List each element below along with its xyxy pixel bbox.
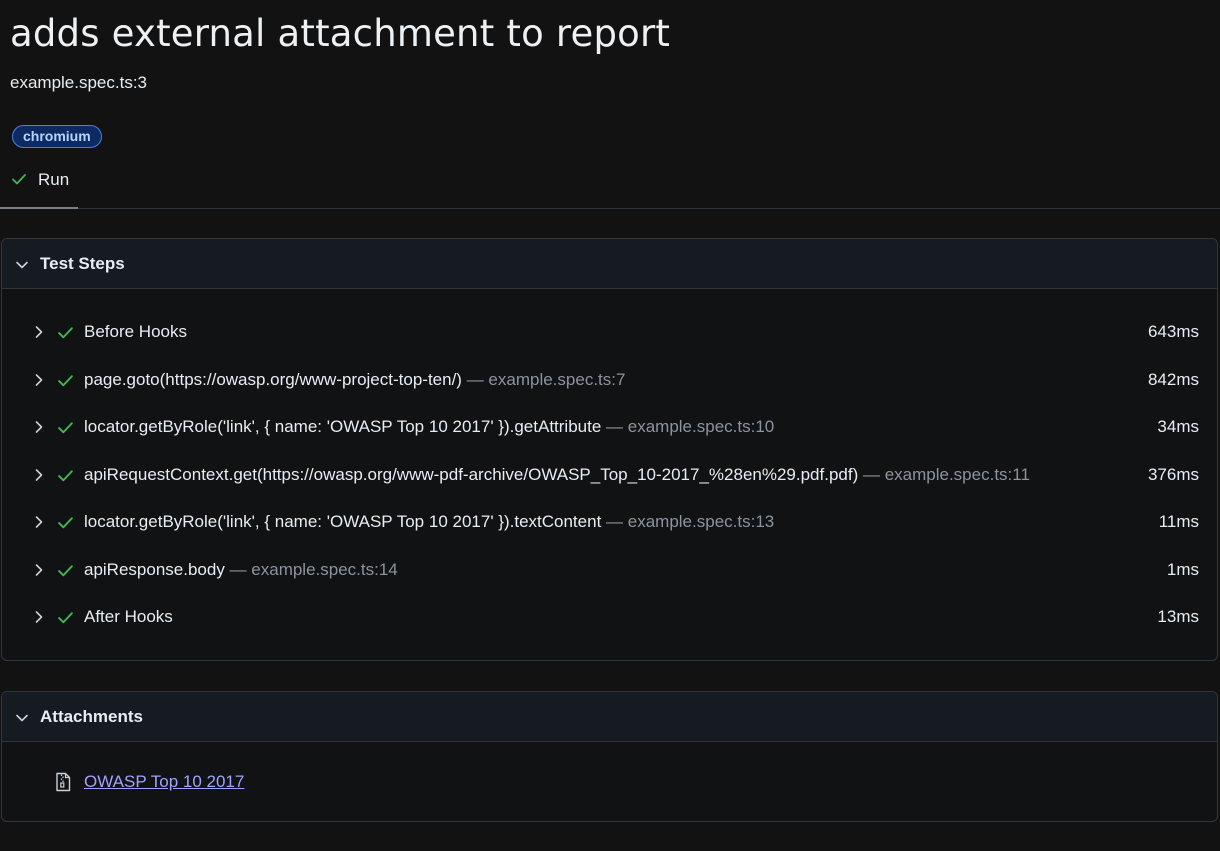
test-steps-header[interactable]: Test Steps	[2, 239, 1217, 289]
check-icon	[58, 422, 73, 434]
chevron-down-icon	[16, 714, 28, 722]
check-icon	[58, 469, 73, 481]
chevron-right-icon[interactable]	[32, 420, 46, 434]
chevron-right-icon[interactable]	[32, 515, 46, 529]
step-location: — example.spec.ts:14	[229, 559, 398, 579]
chevron-right-icon[interactable]	[32, 373, 46, 387]
step-location: — example.spec.ts:11	[862, 464, 1030, 484]
chevron-right-icon[interactable]	[32, 468, 46, 482]
tab-run-label: Run	[38, 170, 70, 189]
step-location: — example.spec.ts:7	[466, 369, 626, 389]
step-title: apiResponse.body	[84, 559, 225, 579]
test-case-page: adds external attachment to report examp…	[0, 0, 1220, 851]
run-tabs: Run	[0, 162, 1220, 209]
step-text: locator.getByRole('link', { name: 'OWASP…	[84, 417, 774, 437]
check-icon	[58, 517, 73, 529]
step-title: locator.getByRole('link', { name: 'OWASP…	[84, 512, 602, 531]
chevron-down-icon	[16, 261, 28, 269]
step-text: apiRequestContext.get(https://owasp.org/…	[84, 465, 1030, 485]
chevron-right-icon[interactable]	[32, 563, 46, 577]
step-duration: 34ms	[1157, 417, 1199, 436]
step-row[interactable]: Before Hooks 643ms	[2, 313, 1217, 353]
step-text: Before Hooks	[84, 322, 187, 342]
chevron-right-icon[interactable]	[32, 325, 46, 339]
step-location: — example.spec.ts:10	[606, 417, 775, 436]
attachments-title: Attachments	[40, 707, 143, 726]
step-title: locator.getByRole('link', { name: 'OWASP…	[84, 417, 602, 436]
attachments-header[interactable]: Attachments	[2, 692, 1217, 742]
step-text: After Hooks	[84, 607, 173, 627]
step-row[interactable]: apiRequestContext.get(https://owasp.org/…	[2, 456, 1217, 496]
step-row[interactable]: locator.getByRole('link', { name: 'OWASP…	[2, 408, 1217, 448]
test-location: example.spec.ts:3	[10, 73, 148, 92]
step-location: — example.spec.ts:13	[606, 512, 775, 531]
check-icon	[58, 327, 73, 339]
chevron-right-icon[interactable]	[32, 610, 46, 624]
file-zip-icon	[56, 772, 71, 792]
check-icon	[58, 564, 73, 576]
check-icon	[12, 174, 26, 185]
step-title: After Hooks	[84, 607, 173, 626]
step-duration: 11ms	[1158, 512, 1199, 531]
test-steps-title: Test Steps	[40, 254, 125, 273]
step-duration: 842ms	[1147, 369, 1199, 389]
step-duration: 376ms	[1147, 464, 1199, 484]
step-duration: 643ms	[1147, 322, 1199, 341]
step-title: Before Hooks	[84, 322, 187, 341]
step-row[interactable]: locator.getByRole('link', { name: 'OWASP…	[2, 503, 1217, 543]
step-text: apiResponse.body — example.spec.ts:14	[84, 560, 398, 580]
attachments-panel: Attachments OWASP Top 10 2017	[1, 691, 1218, 822]
attachment-link[interactable]: OWASP Top 10 2017	[84, 772, 244, 792]
step-row[interactable]: apiResponse.body — example.spec.ts:14 1ms	[2, 551, 1217, 591]
tab-run[interactable]: Run	[0, 162, 78, 209]
step-row[interactable]: page.goto(https://owasp.org/www-project-…	[2, 361, 1217, 401]
test-title: adds external attachment to report	[10, 12, 671, 55]
check-icon	[58, 612, 73, 624]
project-badge[interactable]: chromium	[12, 125, 102, 148]
step-title: apiRequestContext.get(https://owasp.org/…	[84, 464, 859, 484]
step-text: locator.getByRole('link', { name: 'OWASP…	[84, 512, 774, 532]
step-text: page.goto(https://owasp.org/www-project-…	[84, 370, 625, 390]
check-icon	[58, 374, 73, 386]
step-row[interactable]: After Hooks 13ms	[2, 598, 1217, 638]
step-duration: 1ms	[1166, 559, 1199, 579]
step-duration: 13ms	[1157, 607, 1199, 626]
test-steps-panel: Test Steps Before Hooks 643ms page.goto(ht…	[1, 238, 1218, 661]
step-title: page.goto(https://owasp.org/www-project-…	[84, 369, 462, 389]
